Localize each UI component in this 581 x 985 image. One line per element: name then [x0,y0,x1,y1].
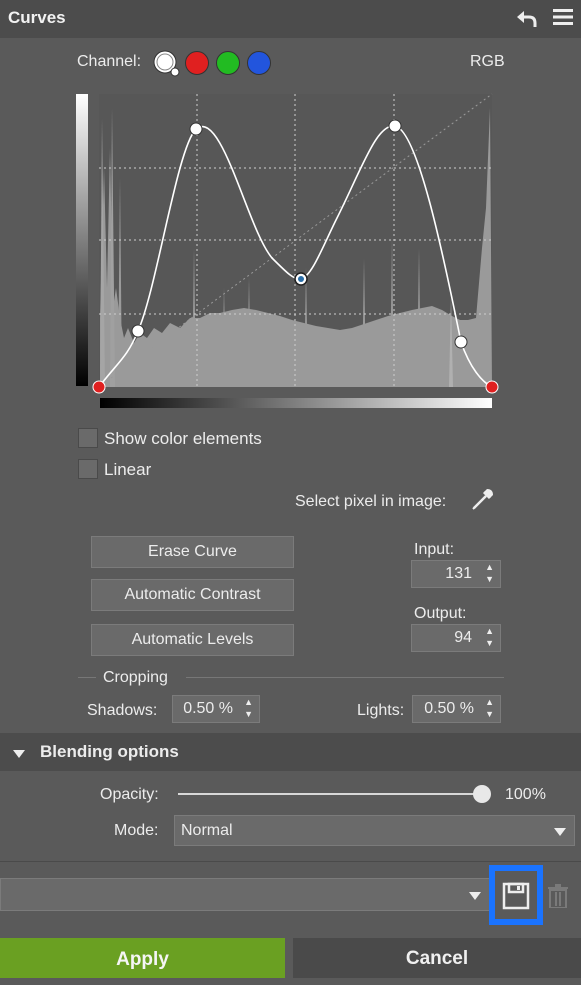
automatic-levels-button[interactable]: Automatic Levels [91,624,294,656]
curve-point [388,119,402,133]
cropping-title: Cropping [103,669,168,686]
menu-icon[interactable] [552,6,574,34]
divider [78,677,96,678]
collapse-triangle-icon[interactable] [12,746,26,764]
input-label: Input: [414,541,455,558]
input-value: 131 [445,565,472,582]
channel-rgb-button[interactable] [153,50,180,77]
curve-point-black [92,380,106,394]
channel-red-button[interactable] [185,51,209,75]
save-icon [502,882,530,910]
curve-point [454,335,468,349]
chevron-down-icon [469,892,481,900]
output-stepper[interactable]: 94 ▲ ▼ [411,624,501,652]
output-value: 94 [454,629,472,646]
erase-curve-button[interactable]: Erase Curve [91,536,294,568]
panel-title: Curves [8,8,66,27]
opacity-slider-track[interactable] [178,793,482,795]
divider [186,677,504,678]
show-color-elements-label: Show color elements [104,429,262,448]
lights-label: Lights: [357,702,405,719]
channel-selected-label: RGB [470,53,505,70]
chevron-down-icon [554,828,566,836]
opacity-value: 100% [505,786,546,803]
stepper-arrows-icon[interactable]: ▲ ▼ [485,561,494,585]
trash-icon[interactable] [547,884,569,913]
panel-header [0,0,581,38]
shadows-label: Shadows: [87,702,158,719]
eyedropper-icon[interactable] [470,486,496,517]
preset-select[interactable] [0,878,490,911]
linear-checkbox[interactable] [78,459,98,479]
mode-value: Normal [181,822,233,839]
cancel-button[interactable]: Cancel [293,938,581,978]
blending-section-title: Blending options [40,742,179,761]
stepper-arrows-icon[interactable]: ▲ ▼ [244,696,253,720]
stepper-arrows-icon[interactable]: ▲ ▼ [485,696,494,720]
output-gradient-bar [76,94,88,386]
channel-blue-button[interactable] [247,51,271,75]
undo-icon[interactable] [514,6,538,36]
channel-label: Channel: [77,53,142,70]
curve-point-white [485,380,499,394]
apply-button[interactable]: Apply [0,938,285,978]
mode-select[interactable]: Normal [174,815,575,846]
save-preset-button[interactable] [489,865,543,925]
shadows-stepper[interactable]: 0.50 % ▲ ▼ [172,695,260,723]
channel-green-button[interactable] [216,51,240,75]
shadows-value: 0.50 % [183,700,233,717]
stepper-arrows-icon[interactable]: ▲ ▼ [485,625,494,649]
curve-point [189,122,203,136]
mode-label: Mode: [114,822,159,839]
input-gradient-bar [100,398,492,408]
curve-point-selected-center [298,276,304,282]
output-label: Output: [414,605,467,622]
linear-label: Linear [104,460,152,479]
lights-value: 0.50 % [424,700,474,717]
select-pixel-label: Select pixel in image: [295,493,447,510]
lights-stepper[interactable]: 0.50 % ▲ ▼ [412,695,501,723]
show-color-elements-checkbox[interactable] [78,428,98,448]
curve-editor[interactable] [72,88,512,413]
opacity-label: Opacity: [100,786,159,803]
divider [0,861,581,862]
curve-point [131,324,145,338]
opacity-slider-thumb[interactable] [473,785,491,803]
automatic-contrast-button[interactable]: Automatic Contrast [91,579,294,611]
input-stepper[interactable]: 131 ▲ ▼ [411,560,501,588]
